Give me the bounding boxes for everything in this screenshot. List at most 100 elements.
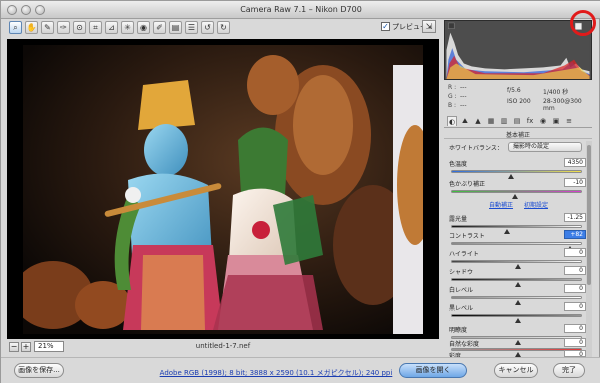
whites-slider-thumb[interactable] bbox=[514, 300, 521, 305]
iso-value: ISO 200 bbox=[507, 98, 531, 105]
saturation-value[interactable]: 0 bbox=[564, 350, 586, 357]
rotate-ccw-icon[interactable]: ↺ bbox=[201, 21, 214, 34]
tint-label: 色かぶり補正 bbox=[449, 181, 486, 188]
zoom-icon[interactable]: ⌕ bbox=[9, 21, 22, 34]
workflow-options-link[interactable]: Adobe RGB (1998); 8 bit; 3888 x 2590 (10… bbox=[151, 368, 401, 378]
image-preview-area[interactable] bbox=[7, 39, 439, 339]
crop-icon[interactable]: ⌗ bbox=[89, 21, 102, 34]
highlights-slider-thumb[interactable] bbox=[514, 264, 521, 269]
tint-slider[interactable] bbox=[451, 190, 582, 199]
presets-tab-icon[interactable]: ▣ bbox=[551, 116, 561, 126]
shadow-clipping-warning-icon[interactable] bbox=[447, 23, 453, 29]
snapshots-tab-icon[interactable]: ≡ bbox=[564, 116, 574, 126]
blue-value: --- bbox=[460, 102, 467, 109]
whites-label: 白レベル bbox=[449, 287, 474, 294]
spot-removal-icon[interactable]: ✳ bbox=[121, 21, 134, 34]
red-eye-icon[interactable]: ◉ bbox=[137, 21, 150, 34]
camera-calibration-tab-icon[interactable]: ◉ bbox=[538, 116, 548, 126]
clarity-slider-thumb[interactable] bbox=[514, 340, 521, 345]
rotate-cw-icon[interactable]: ↻ bbox=[217, 21, 230, 34]
panel-scrollbar-knob[interactable] bbox=[587, 145, 591, 285]
blue-label: B : bbox=[448, 102, 457, 109]
tint-value[interactable]: -10 bbox=[564, 178, 586, 187]
white-balance-label: ホワイトバランス： bbox=[449, 145, 503, 152]
temperature-value[interactable]: 4350 bbox=[564, 158, 586, 167]
whites-slider[interactable] bbox=[451, 296, 582, 305]
preferences-icon[interactable]: ☰ bbox=[185, 21, 198, 34]
save-image-button[interactable]: 画像を保存... bbox=[14, 363, 64, 378]
exposure-label: 露光量 bbox=[449, 216, 468, 223]
hsl-tab-icon[interactable]: ▦ bbox=[486, 116, 496, 126]
lens-corrections-tab-icon[interactable]: ▤ bbox=[512, 116, 522, 126]
minimize-window-icon[interactable] bbox=[21, 5, 31, 15]
zoom-window-icon[interactable] bbox=[35, 5, 45, 15]
white-balance-icon[interactable]: ✎ bbox=[41, 21, 54, 34]
clarity-value[interactable]: 0 bbox=[564, 324, 586, 333]
done-button[interactable]: 完了 bbox=[553, 363, 585, 378]
shadows-value[interactable]: 0 bbox=[564, 266, 586, 275]
temperature-slider[interactable] bbox=[451, 170, 582, 179]
title-bar: Camera Raw 7.1 – Nikon D700 bbox=[1, 1, 600, 19]
panel-title: 基本補正 bbox=[444, 130, 592, 139]
basic-tab-icon[interactable]: ◐ bbox=[447, 116, 457, 126]
bottom-bar: 画像を保存... Adobe RGB (1998); 8 bit; 3888 x… bbox=[1, 357, 600, 383]
basic-settings: ホワイトバランス： 撮影時の設定 色温度 4350 色かぶり補正 -10 自動補… bbox=[444, 141, 592, 357]
shadows-slider[interactable] bbox=[451, 278, 582, 287]
default-link[interactable]: 初期設定 bbox=[524, 200, 548, 209]
panel-tabs: ◐ ⛰ ▲ ▦ ▥ ▤ fx ◉ ▣ ≡ bbox=[444, 115, 592, 128]
status-bar: − + 21% untitled-1-7.nef bbox=[7, 340, 439, 354]
lens-value: 28-300@300 mm bbox=[543, 98, 582, 112]
target-adjust-icon[interactable]: ⊙ bbox=[73, 21, 86, 34]
open-image-button[interactable]: 画像を開く bbox=[399, 363, 467, 378]
exposure-slider-thumb[interactable] bbox=[504, 229, 511, 234]
green-value: --- bbox=[460, 93, 467, 100]
highlights-label: ハイライト bbox=[449, 251, 479, 258]
adjustment-brush-icon[interactable]: ✐ bbox=[153, 21, 166, 34]
vibrance-slider[interactable] bbox=[451, 348, 582, 357]
color-sampler-icon[interactable]: ✑ bbox=[57, 21, 70, 34]
tool-bar: ⌕ ✋ ✎ ✑ ⊙ ⌗ ⊿ ✳ ◉ ✐ ▤ ☰ ↺ ↻ bbox=[7, 20, 442, 38]
contrast-value[interactable]: +82 bbox=[564, 230, 586, 239]
temperature-slider-thumb[interactable] bbox=[507, 174, 514, 179]
shadows-label: シャドウ bbox=[449, 269, 474, 276]
graduated-filter-icon[interactable]: ▤ bbox=[169, 21, 182, 34]
split-toning-tab-icon[interactable]: ▥ bbox=[499, 116, 509, 126]
photo-preview bbox=[23, 45, 423, 334]
tint-slider-thumb[interactable] bbox=[511, 194, 518, 199]
close-window-icon[interactable] bbox=[7, 5, 17, 15]
file-name: untitled-1-7.nef bbox=[195, 342, 251, 350]
detail-tab-icon[interactable]: ▲ bbox=[473, 116, 483, 126]
preview-checkbox[interactable]: ✓ bbox=[381, 22, 390, 31]
blacks-value[interactable]: 0 bbox=[564, 302, 586, 311]
blacks-slider[interactable] bbox=[451, 314, 582, 323]
white-balance-select[interactable]: 撮影時の設定 bbox=[508, 142, 582, 152]
green-label: G : bbox=[448, 93, 457, 100]
red-value: --- bbox=[460, 84, 467, 91]
panel-scrollbar[interactable] bbox=[586, 141, 592, 357]
fullscreen-toggle-icon[interactable]: ⇲ bbox=[422, 20, 436, 33]
tone-curve-tab-icon[interactable]: ⛰ bbox=[460, 116, 470, 126]
hand-icon[interactable]: ✋ bbox=[25, 21, 38, 34]
aperture-value: f/5.6 bbox=[507, 87, 521, 94]
window-title: Camera Raw 7.1 – Nikon D700 bbox=[240, 5, 362, 14]
blacks-slider-thumb[interactable] bbox=[514, 318, 521, 323]
cancel-button[interactable]: キャンセル bbox=[494, 363, 538, 378]
temperature-label: 色温度 bbox=[449, 161, 468, 168]
clarity-label: 明瞭度 bbox=[449, 327, 468, 334]
highlights-value[interactable]: 0 bbox=[564, 248, 586, 257]
auto-link[interactable]: 自動補正 bbox=[489, 200, 513, 209]
contrast-label: コントラスト bbox=[449, 233, 485, 240]
exposure-slider[interactable] bbox=[451, 225, 582, 234]
whites-value[interactable]: 0 bbox=[564, 284, 586, 293]
highlights-slider[interactable] bbox=[451, 260, 582, 269]
straighten-icon[interactable]: ⊿ bbox=[105, 21, 118, 34]
contrast-slider[interactable] bbox=[451, 242, 582, 251]
red-label: R : bbox=[448, 84, 457, 91]
vibrance-value[interactable]: 0 bbox=[564, 338, 586, 347]
exposure-value[interactable]: -1.25 bbox=[564, 213, 586, 222]
vibrance-label: 自然な彩度 bbox=[449, 341, 480, 348]
effects-tab-icon[interactable]: fx bbox=[525, 116, 535, 126]
camera-raw-window: Camera Raw 7.1 – Nikon D700 ⌕ ✋ ✎ ✑ ⊙ ⌗ ⊿ ✳ ◉ ✐ ▤ ☰… bbox=[0, 0, 600, 383]
shadows-slider-thumb[interactable] bbox=[514, 282, 521, 287]
camera-info: R : G : B : --- --- --- f/5.6 1/400 秒 IS… bbox=[444, 81, 592, 114]
